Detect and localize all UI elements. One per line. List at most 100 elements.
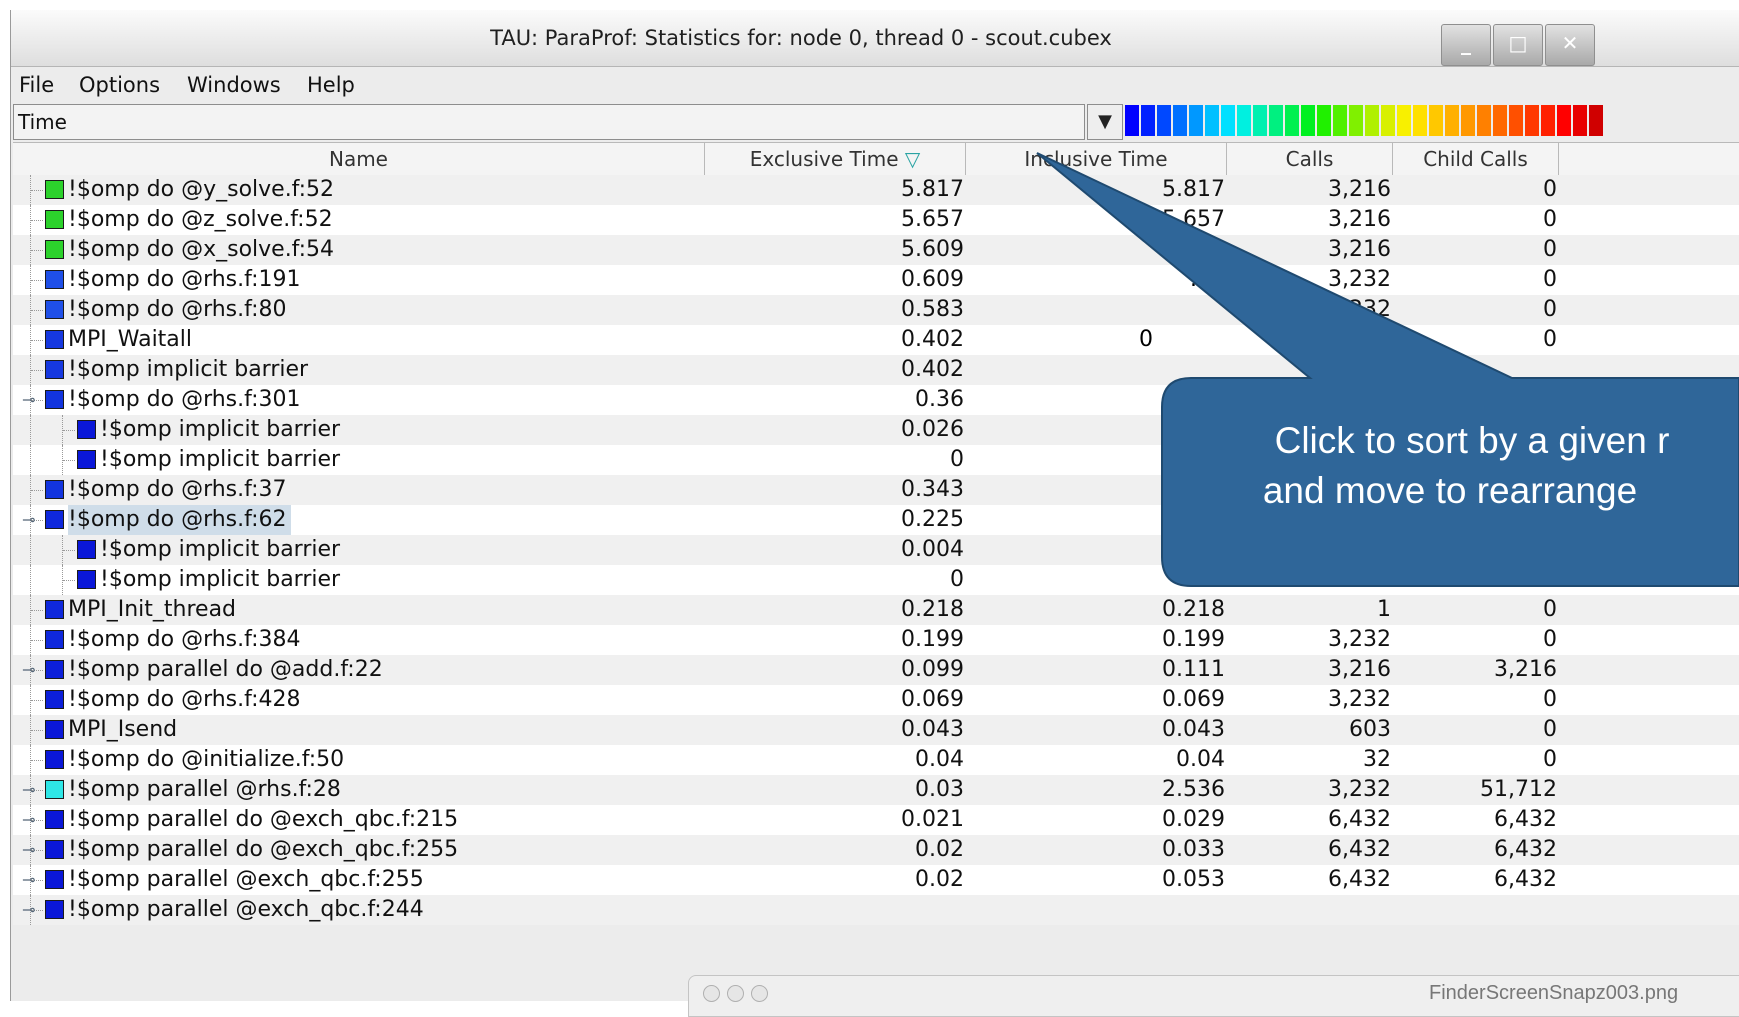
menu-windows[interactable]: Windows	[187, 73, 281, 97]
row-name: MPI_Init_thread	[68, 597, 237, 622]
tree-expand-handle-icon[interactable]: ⊸	[22, 841, 35, 859]
menu-bar: File Options Windows Help	[11, 67, 1739, 103]
table-row[interactable]: ⊸ !$omp parallel @exch_qbc.f:244	[13, 895, 1739, 925]
chevron-down-icon[interactable]: ▼	[1087, 104, 1123, 140]
color-legend-swatch	[1141, 105, 1155, 136]
row-name: !$omp do @rhs.f:37	[68, 477, 287, 502]
finder-zoom-icon[interactable]	[751, 985, 768, 1002]
column-header-child-calls[interactable]: Child Calls	[1393, 143, 1559, 175]
metric-label: Time	[18, 110, 67, 134]
menu-help[interactable]: Help	[307, 73, 355, 97]
color-legend-swatch	[1285, 105, 1299, 136]
color-legend-swatch	[1333, 105, 1347, 136]
color-swatch-icon	[77, 450, 96, 469]
table-row[interactable]: !$omp implicit barrier 0.004 0.004 3,216 0	[13, 535, 1739, 565]
table-row[interactable]: ⊸ !$omp parallel do @exch_qbc.f:215 0.021 0…	[13, 805, 1739, 835]
row-name: !$omp implicit barrier	[100, 447, 341, 472]
row-exclusive-time: 5.817	[901, 177, 964, 202]
callout-line-2: and move to rearrange	[1262, 470, 1638, 511]
table-row[interactable]: !$omp do @initialize.f:50 0.04 0.04 32 0	[13, 745, 1739, 775]
title-bar[interactable]: TAU: ParaProf: Statistics for: node 0, t…	[11, 10, 1739, 67]
row-calls: 6,432	[1328, 837, 1391, 862]
row-exclusive-time: 0.225	[901, 507, 964, 532]
menu-options[interactable]: Options	[79, 73, 160, 97]
color-swatch-icon	[45, 330, 64, 349]
tree-expand-handle-icon[interactable]: ⊸	[22, 901, 35, 919]
tree-branch	[31, 700, 43, 702]
color-legend-swatch	[1509, 105, 1523, 136]
row-exclusive-time: 0.069	[901, 687, 964, 712]
close-icon[interactable]: ✕	[1545, 24, 1595, 66]
table-row[interactable]: ⊸ !$omp parallel do @exch_qbc.f:255 0.02 0.…	[13, 835, 1739, 865]
tree-guide	[62, 445, 64, 475]
column-header-inclusive-time[interactable]: Inclusive Time	[966, 143, 1227, 175]
row-name: !$omp do @rhs.f:80	[68, 297, 287, 322]
row-inclusive-time-fragment: 5.609	[1162, 237, 1225, 262]
row-inclusive-time	[966, 295, 1225, 325]
color-legend-swatch	[1317, 105, 1331, 136]
tree-expand-handle-icon[interactable]: ⊸	[22, 781, 35, 799]
callout-text: Click to sort by a given r and move to r…	[1172, 416, 1739, 516]
row-name: !$omp do @y_solve.f:52	[68, 177, 335, 202]
finder-window-titlebar[interactable]: FinderScreenSnapz003.png	[688, 975, 1739, 1017]
color-swatch-icon	[45, 630, 64, 649]
row-name: !$omp do @rhs.f:62	[68, 505, 291, 535]
table-row[interactable]: MPI_Waitall 0.402 0	[13, 325, 1739, 355]
table-row[interactable]: !$omp do @x_solve.f:54 5.609 5.609 3,216 0	[13, 235, 1739, 265]
row-calls: 1	[1377, 597, 1391, 622]
table-row[interactable]: MPI_Init_thread 0.218 0.218 1 0	[13, 595, 1739, 625]
tree-branch	[31, 760, 43, 762]
column-header-calls[interactable]: Calls	[1227, 143, 1393, 175]
column-header-child-calls-label: Child Calls	[1423, 147, 1528, 171]
row-calls: 3,216	[1328, 237, 1391, 262]
table-row[interactable]: !$omp do @rhs.f:428 0.069 0.069 3,232 0	[13, 685, 1739, 715]
tree-expand-handle-icon[interactable]: ⊸	[22, 811, 35, 829]
row-child-calls: 0	[1543, 597, 1557, 622]
menu-file[interactable]: File	[19, 73, 54, 97]
row-inclusive-time: 2.536	[1162, 777, 1225, 802]
metric-select[interactable]: Time	[13, 104, 1085, 140]
row-calls: 3,232	[1328, 777, 1391, 802]
row-child-calls: 0	[1543, 747, 1557, 772]
row-child-calls: 0	[1543, 537, 1557, 562]
finder-close-icon[interactable]	[703, 985, 720, 1002]
table-row[interactable]: !$omp do @y_solve.f:52 5.817 5.817 3,216 0	[13, 175, 1739, 205]
row-exclusive-time: 0.583	[901, 297, 964, 322]
row-child-calls: 0	[1543, 567, 1557, 592]
table-row[interactable]: !$omp implicit barrier 0.402	[13, 355, 1739, 385]
color-swatch-icon	[45, 240, 64, 259]
table-row[interactable]: !$omp do @rhs.f:384 0.199 0.199 3,232 0	[13, 625, 1739, 655]
finder-minimize-icon[interactable]	[727, 985, 744, 1002]
color-swatch-icon	[45, 780, 64, 799]
table-row[interactable]: !$omp do @rhs.f:191 0.609 3,232 0	[13, 265, 1739, 295]
tree-expand-handle-icon[interactable]: ⊸	[22, 661, 35, 679]
table-row[interactable]: ⊸ !$omp parallel @rhs.f:28 0.03 2.536 3,232 5…	[13, 775, 1739, 805]
maximize-icon[interactable]: □	[1493, 24, 1543, 66]
tree-expand-handle-icon[interactable]: ⊸	[22, 391, 35, 409]
tree-expand-handle-icon[interactable]: ⊸	[22, 871, 35, 889]
row-calls	[1227, 385, 1391, 415]
color-legend-swatch	[1541, 105, 1555, 136]
tree-guide	[62, 565, 64, 595]
row-inclusive-time	[966, 895, 1225, 925]
table-row[interactable]: ⊸ !$omp do @rhs.f:301 0.36	[13, 385, 1739, 415]
row-calls: 603	[1349, 717, 1391, 742]
tree-branch	[63, 580, 75, 582]
row-exclusive-time: 0.218	[901, 597, 964, 622]
color-legend-swatch	[1381, 105, 1395, 136]
table-row[interactable]: !$omp do @z_solve.f:52 5.657 5.657 3,216 0	[13, 205, 1739, 235]
column-header-name[interactable]: Name	[13, 143, 705, 175]
row-inclusive-time: 0.053	[1162, 867, 1225, 892]
row-inclusive-time-fragment: 0	[1139, 327, 1153, 352]
row-inclusive-time: 0.043	[1162, 717, 1225, 742]
table-row[interactable]: !$omp implicit barrier 0 0 16 0	[13, 565, 1739, 595]
table-row[interactable]: MPI_Isend 0.043 0.043 603 0	[13, 715, 1739, 745]
minimize-icon[interactable]: _	[1441, 24, 1491, 66]
tree-expand-handle-icon[interactable]: ⊸	[22, 511, 35, 529]
row-child-calls: 0	[1543, 327, 1557, 352]
table-row[interactable]: !$omp do @rhs.f:80 0.583 3,232 0	[13, 295, 1739, 325]
row-name: !$omp implicit barrier	[100, 567, 341, 592]
column-header-exclusive-time[interactable]: Exclusive Time ▽	[705, 143, 966, 175]
table-row[interactable]: ⊸ !$omp parallel @exch_qbc.f:255 0.02 0.053…	[13, 865, 1739, 895]
table-row[interactable]: ⊸ !$omp parallel do @add.f:22 0.099 0.111 3,…	[13, 655, 1739, 685]
